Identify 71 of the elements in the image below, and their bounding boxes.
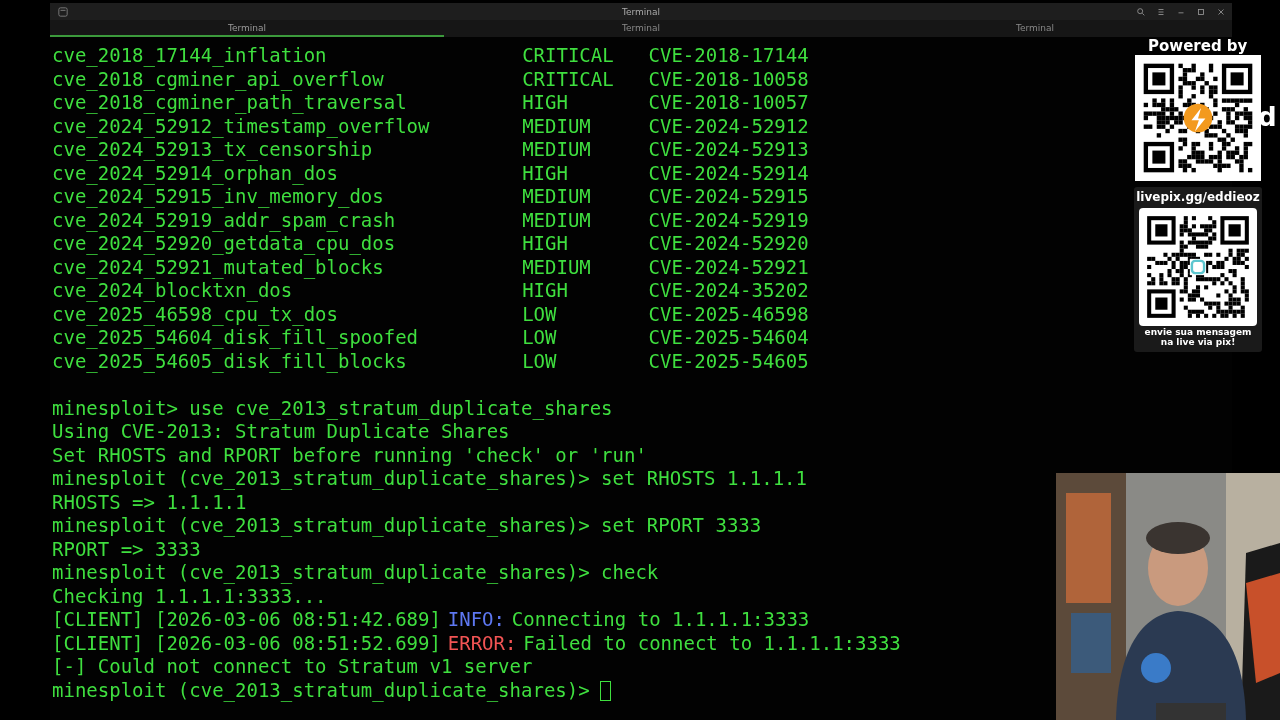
module-name: cve_2024_52915_inv_memory_dos [52, 185, 385, 209]
window-title: Terminal [621, 6, 660, 17]
output-line: RPORT => 3333 [52, 537, 201, 561]
severity-label: LOW [522, 349, 558, 373]
log-prefix: [CLIENT] [2026-03-06 08:51:52.699] [52, 631, 441, 655]
module-name: cve_2024_52914_orphan_dos [52, 161, 339, 185]
module-name: cve_2025_54605_disk_fill_blocks [52, 349, 408, 373]
cve-id: CVE-2025-46598 [648, 302, 809, 326]
cve-id: CVE-2025-54604 [648, 326, 809, 350]
pix-caption: envie sua mensagem na live via pix! [1143, 328, 1253, 348]
log-prefix: [CLIENT] [2026-03-06 08:51:42.689] [52, 608, 441, 632]
severity-label: HIGH [522, 91, 569, 115]
command-line: minesploit> use cve_2013_stratum_duplicate_shares [52, 396, 613, 420]
severity-label: LOW [522, 326, 558, 350]
terminal-tab[interactable]: Terminal [444, 20, 838, 37]
menu-icon[interactable] [1156, 7, 1166, 17]
severity-label: MEDIUM [522, 138, 592, 162]
output-line: Checking 1.1.1.1:3333... [52, 584, 327, 608]
output-line: RHOSTS => 1.1.1.1 [52, 490, 247, 514]
cve-id: CVE-2024-52919 [648, 208, 809, 232]
severity-label: HIGH [522, 279, 569, 303]
severity-label: LOW [522, 302, 558, 326]
command-line: minesploit (cve_2013_stratum_duplicate_shares)> check [52, 561, 659, 585]
output-line: [-] Could not connect to Stratum v1 server [52, 655, 533, 679]
severity-label: CRITICAL [522, 44, 615, 68]
cve-id: CVE-2024-52914 [648, 161, 809, 185]
maximize-icon[interactable] [1196, 7, 1206, 17]
log-message: Failed to connect to 1.1.1.1:3333 [523, 631, 901, 655]
cve-id: CVE-2024-35202 [648, 279, 809, 303]
cve-id: CVE-2024-52913 [648, 138, 809, 162]
log-level: ERROR: [447, 631, 517, 655]
terminal-tab[interactable]: Terminal [838, 20, 1232, 37]
terminal-tab[interactable]: Terminal [50, 20, 444, 37]
cve-id: CVE-2024-52915 [648, 185, 809, 209]
module-name: cve_2018_cgminer_path_traversal [52, 91, 408, 115]
qr-code-icon [1139, 208, 1257, 326]
cve-id: CVE-2018-10057 [648, 91, 809, 115]
log-message: Connecting to 1.1.1.1:3333 [511, 608, 810, 632]
module-name: cve_2024_52919_addr_spam_crash [52, 208, 397, 232]
powered-by-label: Powered by [1148, 38, 1248, 54]
cve-id: CVE-2024-52921 [648, 255, 809, 279]
module-name: cve_2024_52920_getdata_cpu_dos [52, 232, 397, 256]
severity-label: CRITICAL [522, 67, 615, 91]
module-name: cve_2024_52912_timestamp_overflow [52, 114, 431, 138]
module-name: cve_2024_52921_mutated_blocks [52, 255, 385, 279]
output-line: Using CVE-2013: Stratum Duplicate Shares [52, 420, 510, 444]
command-line: minesploit (cve_2013_stratum_duplicate_shares)> set RHOSTS 1.1.1.1 [52, 467, 807, 491]
module-name: cve_2025_54604_disk_fill_spoofed [52, 326, 420, 350]
cve-id: CVE-2018-10058 [648, 67, 809, 91]
severity-label: HIGH [522, 161, 569, 185]
cve-id: CVE-2025-54605 [648, 349, 809, 373]
module-name: cve_2025_46598_cpu_tx_dos [52, 302, 339, 326]
cve-id: CVE-2024-52920 [648, 232, 809, 256]
severity-label: MEDIUM [522, 255, 592, 279]
severity-label: MEDIUM [522, 114, 592, 138]
severity-label: HIGH [522, 232, 569, 256]
command-line: minesploit (cve_2013_stratum_duplicate_shares)> set RPORT 3333 [52, 514, 762, 538]
search-icon[interactable] [1136, 7, 1146, 17]
cve-id: CVE-2018-17144 [648, 44, 809, 68]
command-line: minesploit (cve_2013_stratum_duplicate_shares)> [52, 678, 590, 702]
module-name: cve_2024_blocktxn_dos [52, 279, 294, 303]
module-name: cve_2024_52913_tx_censorship [52, 138, 374, 162]
severity-label: MEDIUM [522, 185, 592, 209]
severity-label: MEDIUM [522, 208, 592, 232]
module-name: cve_2018_cgminer_api_overflow [52, 67, 385, 91]
cve-id: CVE-2024-52912 [648, 114, 809, 138]
output-line: Set RHOSTS and RPORT before running 'check' or 'run' [52, 443, 647, 467]
module-name: cve_2018_17144_inflation [52, 44, 328, 68]
pix-url: livepix.gg/eddieoz [1136, 190, 1260, 204]
close-icon[interactable] [1216, 7, 1226, 17]
log-level: INFO: [447, 608, 505, 632]
